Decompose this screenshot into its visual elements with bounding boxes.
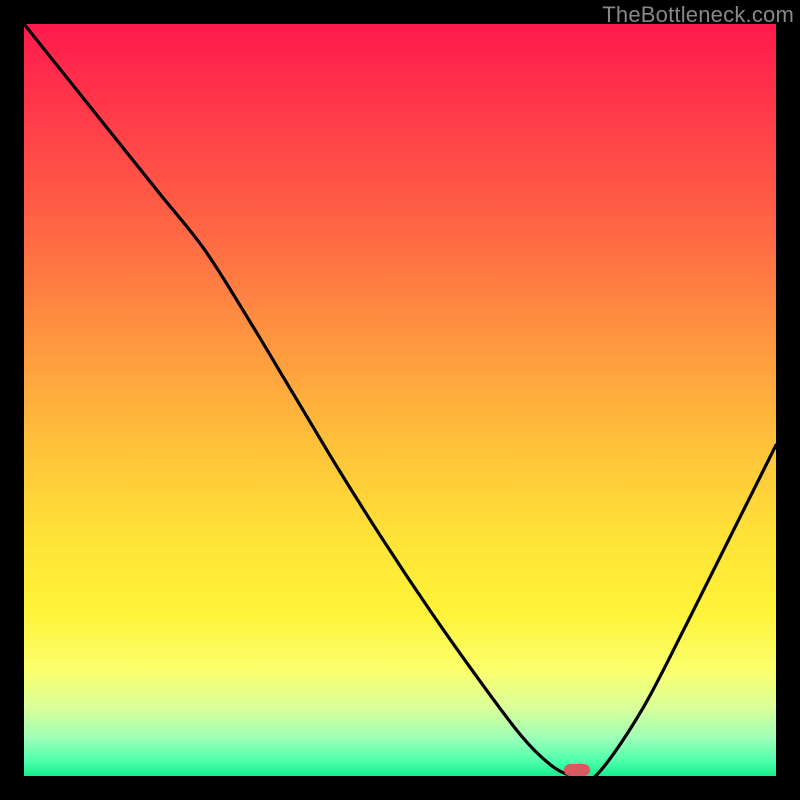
- min-marker: [564, 764, 590, 776]
- line-curve: [24, 24, 776, 776]
- chart-frame: TheBottleneck.com: [0, 0, 800, 800]
- plot-area: [24, 24, 776, 776]
